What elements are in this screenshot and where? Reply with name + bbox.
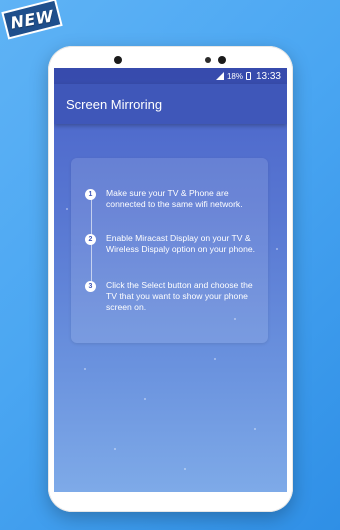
front-camera (218, 56, 226, 64)
step-item: 1 Make sure your TV & Phone are connecte… (85, 188, 260, 210)
star-dot (84, 368, 86, 370)
star-dot (276, 248, 278, 250)
step-number-badge: 2 (85, 234, 96, 245)
star-dot (66, 208, 68, 210)
battery-percent: 18% (226, 71, 243, 81)
step-number-badge: 3 (85, 281, 96, 292)
instructions-card: 1 Make sure your TV & Phone are connecte… (71, 158, 268, 343)
step-text: Make sure your TV & Phone are connected … (106, 188, 243, 209)
star-dot (254, 428, 256, 430)
signal-icon (215, 72, 224, 80)
step-text: Click the Select button and choose the T… (106, 280, 253, 312)
battery-icon (245, 72, 251, 80)
step-text: Enable Miracast Display on your TV & Wir… (106, 233, 256, 254)
step-item: 3 Click the Select button and choose the… (85, 280, 260, 313)
star-dot (214, 358, 216, 360)
phone-screen: 18% 13:33 Screen Mirroring 1 Make sure y… (54, 68, 287, 492)
status-bar: 18% 13:33 (54, 68, 287, 84)
star-dot (184, 468, 186, 470)
step-number-badge: 1 (85, 189, 96, 200)
star-dot (144, 398, 146, 400)
star-dot (114, 448, 116, 450)
status-time: 13:33 (255, 70, 281, 82)
sensor-dot (205, 57, 211, 63)
step-item: 2 Enable Miracast Display on your TV & W… (85, 233, 260, 255)
app-title: Screen Mirroring (66, 96, 163, 112)
new-badge: NEW (0, 0, 64, 41)
app-bar: Screen Mirroring (54, 84, 287, 124)
speaker-dot (114, 56, 122, 64)
phone-mockup: 18% 13:33 Screen Mirroring 1 Make sure y… (48, 46, 293, 512)
